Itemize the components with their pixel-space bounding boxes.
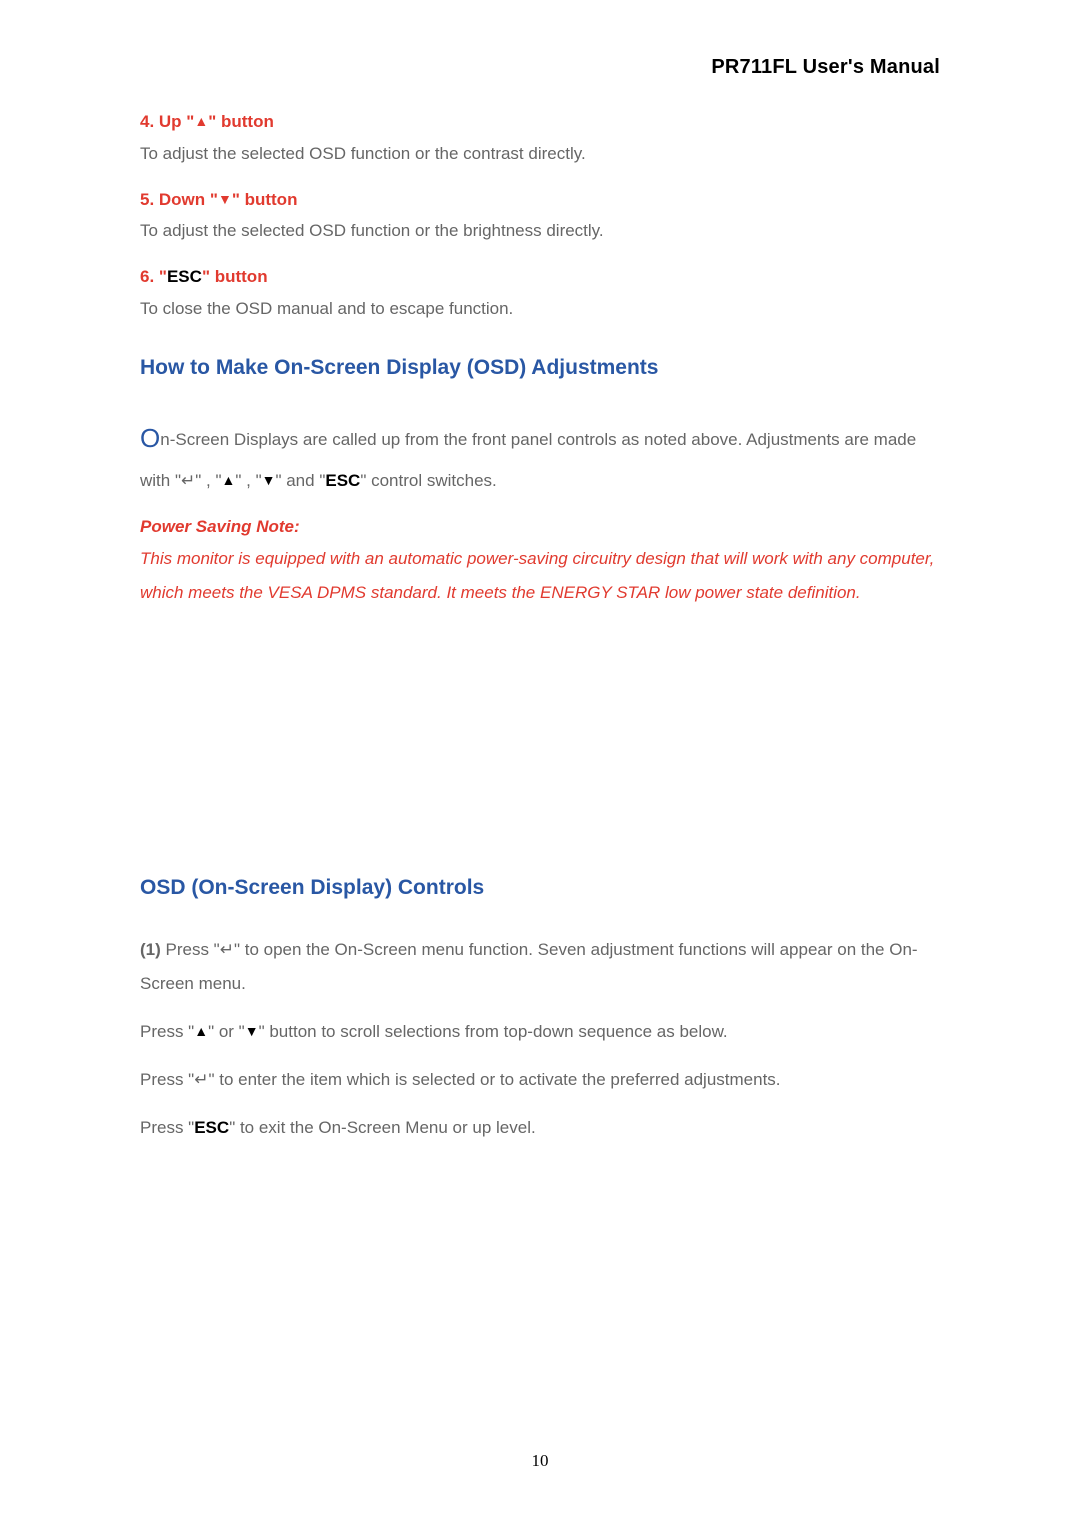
power-saving-note-title: Power Saving Note:	[140, 512, 940, 542]
power-saving-note-body: This monitor is equipped with an automat…	[140, 542, 940, 610]
p4-b: " to exit the On-Screen Menu or up level…	[229, 1118, 536, 1137]
up-triangle-icon: ▲	[222, 472, 236, 488]
osd-controls-heading: OSD (On-Screen Display) Controls	[140, 870, 940, 907]
up-triangle-icon: ▲	[194, 1023, 208, 1039]
section-6-title-post: " button	[202, 267, 268, 286]
p4-a: Press "	[140, 1118, 194, 1137]
down-triangle-icon: ▼	[262, 472, 276, 488]
osd-controls-step1: (1) Press "↵" to open the On-Screen menu…	[140, 933, 940, 1001]
section-5-body: To adjust the selected OSD function or t…	[140, 216, 940, 246]
up-triangle-icon: ▲	[194, 113, 208, 129]
down-triangle-icon: ▼	[218, 191, 232, 207]
section-6-title-pre: 6. "	[140, 267, 167, 286]
esc-label: ESC	[167, 267, 202, 286]
p3-b: " to enter the item which is selected or…	[208, 1070, 780, 1089]
osd-para-b: " , "	[195, 471, 221, 490]
enter-icon: ↵	[220, 940, 234, 959]
osd-para-c: " , "	[235, 471, 261, 490]
section-6-title: 6. "ESC" button	[140, 262, 940, 292]
down-triangle-icon: ▼	[245, 1023, 259, 1039]
step-1-b: " to open the On-Screen menu function. S…	[140, 940, 918, 993]
osd-controls-p4: Press "ESC" to exit the On-Screen Menu o…	[140, 1111, 940, 1145]
p3-a: Press "	[140, 1070, 194, 1089]
step-1-label: (1)	[140, 940, 166, 959]
esc-label: ESC	[325, 471, 360, 490]
osd-adjustments-heading: How to Make On-Screen Display (OSD) Adju…	[140, 350, 940, 387]
section-5-title-post: " button	[232, 190, 298, 209]
osd-para-d: " and "	[275, 471, 325, 490]
step-1-a: Press "	[166, 940, 220, 959]
enter-icon: ↵	[194, 1070, 208, 1089]
dropcap-o: O	[140, 423, 160, 453]
section-4-body: To adjust the selected OSD function or t…	[140, 139, 940, 169]
osd-controls-p2: Press "▲" or "▼" button to scroll select…	[140, 1015, 940, 1049]
section-4-title: 4. Up "▲" button	[140, 107, 940, 137]
section-5-title-pre: 5. Down "	[140, 190, 218, 209]
p2-b: " or "	[208, 1022, 245, 1041]
p2-a: Press "	[140, 1022, 194, 1041]
section-4-title-pre: 4. Up "	[140, 112, 194, 131]
spacer	[140, 610, 940, 870]
page-header-title: PR711FL User's Manual	[140, 50, 940, 85]
osd-para-end: " control switches.	[360, 471, 496, 490]
page-number: 10	[0, 1446, 1080, 1476]
section-5-title: 5. Down "▼" button	[140, 185, 940, 215]
osd-controls-p3: Press "↵" to enter the item which is sel…	[140, 1063, 940, 1097]
section-4-title-post: " button	[208, 112, 274, 131]
p2-c: " button to scroll selections from top-d…	[259, 1022, 728, 1041]
enter-icon: ↵	[181, 471, 195, 490]
section-6-body: To close the OSD manual and to escape fu…	[140, 294, 940, 324]
esc-label: ESC	[194, 1118, 229, 1137]
osd-adjustments-paragraph: On-Screen Displays are called up from th…	[140, 412, 940, 498]
